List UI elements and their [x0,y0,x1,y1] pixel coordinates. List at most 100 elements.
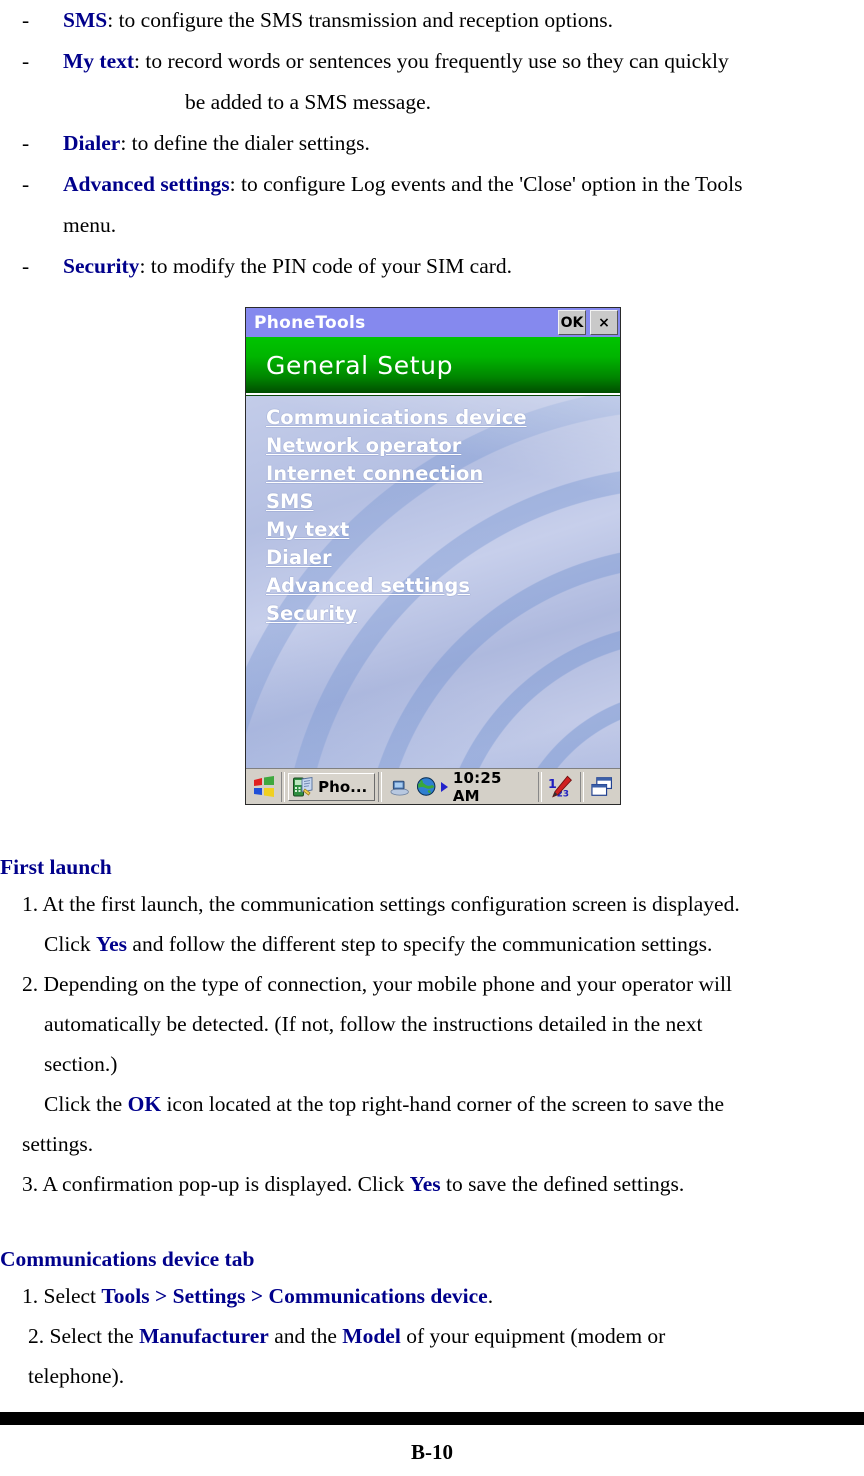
emphasis-communications-device: Communications device [268,1284,488,1308]
menu-item-advanced-settings[interactable]: Advanced settings [266,572,527,600]
step-text-pre: Click [44,932,96,956]
step-text-pre: A confirmation pop-up is displayed. Clic… [42,1172,410,1196]
list-item: - SMS: to configure the SMS transmission… [0,0,864,41]
taskbar-separator [378,771,383,802]
step-text-mid: and the [268,1324,343,1348]
settings-bullet-list: - SMS: to configure the SMS transmission… [0,0,864,287]
pda-content-area: Communications device Network operator I… [246,395,620,768]
list-item: - My text: to record words or sentences … [0,41,864,82]
bullet-description: : to modify the PIN code of your SIM car… [139,254,513,278]
step-number: 2. [28,1324,45,1348]
emphasis-settings: Settings [172,1284,246,1308]
menu-item-internet-connection[interactable]: Internet connection [266,460,527,488]
emphasis-yes: Yes [95,932,128,956]
menu-item-network-operator[interactable]: Network operator [266,432,527,460]
taskbar-separator [281,771,286,802]
step-text-post: to save the defined settings. [440,1172,685,1196]
globe-icon[interactable] [416,776,436,797]
step-text-post: and follow the different step to specify… [127,932,713,956]
list-item: - Security: to modify the PIN code of yo… [0,246,864,287]
bullet-dash: - [22,131,30,155]
windows-cascade-icon[interactable] [590,776,614,798]
bullet-dash: - [22,172,30,196]
step-text-pre: Select the [49,1324,140,1348]
menu-item-security[interactable]: Security [266,600,527,628]
pda-titlebar-buttons: OK × [558,310,618,335]
document-page: - SMS: to configure the SMS transmission… [0,0,864,1476]
step-text-pre: Click the [44,1092,128,1116]
taskbar-clock[interactable]: 10:25 AM [453,769,532,805]
menu-item-my-text[interactable]: My text [266,516,527,544]
menu-item-sms[interactable]: SMS [266,488,527,516]
pda-titlebar: PhoneTools OK × [246,308,620,337]
bullet-term: Security [63,254,140,278]
numbered-step-continuation: Click the OK icon located at the top rig… [0,1084,864,1124]
bullet-dash: - [22,254,30,278]
step-text: At the first launch, the communication s… [42,892,740,916]
bullet-term: Dialer [63,131,121,155]
pda-window-title: PhoneTools [254,312,366,333]
first-launch-section: First launch 1. At the first launch, the… [0,850,864,1204]
bullet-description: : to configure the SMS transmission and … [107,8,614,32]
page-number: B-10 [411,1440,453,1464]
bullet-description: : to define the dialer settings. [120,131,370,155]
step-text-post: icon located at the top right-hand corne… [161,1092,725,1116]
bullet-dash: - [22,49,30,73]
numbered-step-continuation: settings. [22,1132,94,1156]
numbered-step: 3. A confirmation pop-up is displayed. C… [0,1164,864,1204]
windows-start-icon-glyph [253,775,274,797]
menu-item-communications-device[interactable]: Communications device [266,404,527,432]
ok-button[interactable]: OK [558,310,586,335]
numbered-step-continuation: section.) [44,1052,118,1076]
pda-screenshot-figure: PhoneTools OK × General Setup Communicat… [245,307,621,805]
section-heading-first-launch: First launch [0,855,112,879]
bullet-dash: - [22,8,30,32]
emphasis-manufacturer: Manufacturer [139,1324,269,1348]
list-item: - Dialer: to define the dialer settings. [0,123,864,164]
taskbar-separator [579,771,584,802]
numbered-step-continuation: Click Yes and follow the different step … [0,924,864,964]
step-number: 3. [22,1172,39,1196]
taskbar-task-button-phonetools[interactable]: Pho... [288,772,376,801]
step-text-post: . [487,1284,494,1308]
bullet-description: : to configure Log events and the 'Close… [229,172,743,196]
path-separator: > [245,1284,269,1308]
taskbar-task-label: Pho... [318,777,368,796]
step-text-post: of your equipment (modem or [400,1324,666,1348]
emphasis-model: Model [342,1324,401,1348]
path-separator: > [149,1284,173,1308]
connectivity-icon[interactable] [389,777,410,797]
svg-text:1: 1 [548,775,557,790]
bullet-term: My text [63,49,135,73]
close-icon[interactable]: × [590,310,618,335]
pda-taskbar: Pho... 10:25 AM 1 23 [246,768,620,804]
bullet-term: Advanced settings [63,172,230,196]
play-arrow-icon[interactable] [440,781,448,792]
menu-item-dialer[interactable]: Dialer [266,544,527,572]
section-heading-communications-device-tab: Communications device tab [0,1247,255,1271]
step-text-pre: Select [43,1284,102,1308]
emphasis-tools: Tools [101,1284,150,1308]
taskbar-separator [538,771,543,802]
numbered-step: 2. Select the Manufacturer and the Model… [0,1316,864,1356]
step-text: Depending on the type of connection, you… [43,972,732,996]
footer-rule [0,1412,864,1425]
numbered-step-continuation: automatically be detected. (If not, foll… [44,1012,703,1036]
page-title: General Setup [266,350,454,380]
taskbar-tray: 10:25 AM [385,769,535,805]
bullet-continuation: menu. [63,213,117,237]
bullet-continuation: be added to a SMS message. [185,90,432,114]
numbered-step: 1. At the first launch, the communicatio… [0,884,864,924]
stylus-keyboard-icon[interactable]: 1 23 [548,775,573,799]
bullet-term: SMS [63,8,108,32]
windows-start-icon[interactable] [249,773,278,801]
communications-device-tab-section: Communications device tab 1. Select Tool… [0,1242,864,1396]
emphasis-yes: Yes [409,1172,441,1196]
phonetools-icon [293,776,313,796]
numbered-step: 1. Select Tools > Settings > Communicati… [0,1276,864,1316]
step-number: 1. [22,892,39,916]
emphasis-ok: OK [127,1092,162,1116]
pda-page-header: General Setup [246,337,620,395]
numbered-step-continuation: telephone). [28,1364,125,1388]
setup-menu-list: Communications device Network operator I… [266,404,527,628]
